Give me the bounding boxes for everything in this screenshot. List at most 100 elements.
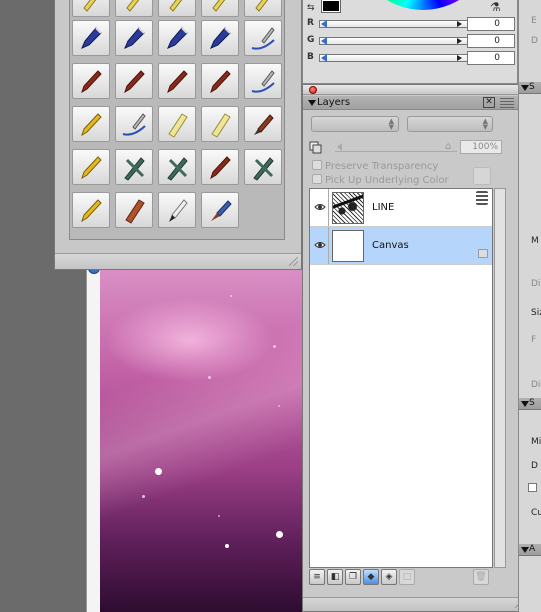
brush-tool-button[interactable] [158,192,196,228]
pick-up-underlying-color-checkbox[interactable] [312,174,322,184]
brush-tool-button[interactable] [201,63,239,99]
panel-grip-icon[interactable] [500,98,514,108]
blue-slider-thumb[interactable] [321,54,327,62]
layers-title-bar[interactable]: Layers ✕ [303,96,527,110]
brush-tool-button[interactable] [115,149,153,185]
side-panel-label: D [531,36,538,46]
red-value-field[interactable]: 0 [467,17,515,31]
green-slider[interactable] [319,37,469,45]
main-color-swatch[interactable] [321,0,341,13]
layer-options-icon[interactable] [309,141,323,154]
pick-up-underlying-color-label: Pick Up Underlying Color [325,175,449,186]
blue-value-field[interactable]: 0 [467,51,515,65]
eye-icon[interactable] [314,240,326,250]
disclosure-triangle-icon[interactable] [308,100,316,106]
new-liquid-ink-layer-icon[interactable]: ◈ [381,569,397,585]
star [230,295,232,297]
brush-tool-button[interactable] [158,20,196,56]
layer-row[interactable]: Canvas [310,227,492,265]
opacity-field[interactable]: 100% [460,140,502,154]
eye-icon[interactable] [314,202,326,212]
brush-tool-button[interactable] [201,192,239,228]
brush-tool-button[interactable] [244,63,282,99]
color-wheel[interactable] [353,0,493,10]
brush-tool-button[interactable] [72,106,110,142]
composite-method-dropdown[interactable]: ▲ ▼ [311,116,399,132]
pen-stroke-icon [251,70,275,93]
brush-tool-button[interactable] [201,0,239,17]
brush-palette-footer [55,253,301,269]
brush-tool-button[interactable] [72,20,110,56]
brush-tool-button[interactable] [72,149,110,185]
brush-tool-button[interactable] [158,63,196,99]
red-slider-arrow-icon[interactable] [457,21,462,27]
side-panel-title: S [529,398,535,408]
layer-commands-icon[interactable]: ≡ [309,569,325,585]
pick-up-underlying-color-row[interactable]: Pick Up Underlying Color [312,174,449,186]
layers-window-bar [303,85,527,95]
close-icon[interactable] [309,86,317,94]
canvas-image[interactable] [100,270,304,612]
trash-icon[interactable]: 🗑 [473,569,489,585]
red-slider-thumb[interactable] [321,20,327,28]
brush-tool-button[interactable] [158,106,196,142]
blue-slider-arrow-icon[interactable] [457,55,462,61]
brush-tool-button[interactable] [115,192,153,228]
brush-tool-button[interactable] [158,0,196,17]
preserve-transparency-checkbox[interactable] [312,160,322,170]
side-panel-checkbox[interactable] [528,483,537,492]
new-water-color-layer-icon[interactable]: ◆ [363,569,379,585]
brush-tool-button[interactable] [72,192,110,228]
brush-tool-button[interactable] [244,20,282,56]
brush-tool-button[interactable] [158,149,196,185]
brush-tool-button[interactable] [115,20,153,56]
pencil-icon [81,199,102,223]
brush-icon [167,70,188,94]
resize-grip-icon[interactable] [289,257,298,266]
chalk-icon [211,113,231,138]
side-panel-title-bar[interactable]: S [519,82,541,94]
brush-tool-button[interactable] [115,63,153,99]
brush-tool-button[interactable] [72,63,110,99]
preserve-transparency-label: Preserve Transparency [325,161,439,172]
cross-brush-icon [124,157,145,181]
eyedropper-icon[interactable]: ⚗ [490,0,501,14]
layer-mask-icon[interactable]: □ [399,569,415,585]
brush-tool-button[interactable] [201,149,239,185]
pen-stroke-icon [122,113,146,136]
side-panel-title-bar[interactable]: S [519,398,541,410]
new-layer-group-icon[interactable]: ◧ [327,569,343,585]
disclosure-triangle-icon[interactable] [521,401,529,407]
brush-tool-button[interactable] [244,0,282,17]
green-slider-thumb[interactable] [321,37,327,45]
brush-tool-button[interactable] [115,0,153,17]
opacity-slider-left-icon[interactable] [337,143,342,151]
lock-layer-button[interactable] [473,167,491,185]
brush-tool-button[interactable] [72,0,110,17]
ink-pen-icon [169,199,188,222]
blue-slider[interactable] [319,54,469,62]
preserve-transparency-row[interactable]: Preserve Transparency [312,160,438,172]
side-panel-label: D [531,461,538,471]
green-value-field[interactable]: 0 [467,34,515,48]
brush-tool-button[interactable] [201,20,239,56]
side-panel-title-bar[interactable]: A [519,544,541,556]
paintbrush-icon [254,114,274,135]
brush-tool-button[interactable] [244,106,282,142]
green-slider-arrow-icon[interactable] [457,38,462,44]
layer-row[interactable]: LINE [310,189,492,227]
paper-texture-dropdown[interactable]: ▲ ▼ [407,116,493,132]
layers-scrollbar[interactable] [494,188,506,568]
disclosure-triangle-icon[interactable] [521,547,529,553]
brush-tool-button[interactable] [115,106,153,142]
red-slider[interactable] [319,20,469,28]
new-layer-icon[interactable]: ❐ [345,569,361,585]
star [276,531,283,538]
star [142,495,145,498]
opacity-slider[interactable] [335,144,457,152]
brush-tool-button[interactable] [244,149,282,185]
close-panel-icon[interactable]: ✕ [483,97,495,108]
swap-colors-icon[interactable]: ⇆ [307,3,315,13]
brush-tool-button[interactable] [201,106,239,142]
disclosure-triangle-icon[interactable] [521,85,529,91]
